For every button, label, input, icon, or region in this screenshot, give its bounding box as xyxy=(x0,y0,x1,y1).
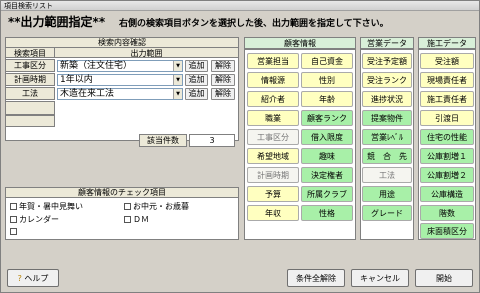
help-icon: ? xyxy=(17,274,22,283)
construction-button[interactable]: 公庫割増２ xyxy=(420,167,474,183)
checkbox[interactable] xyxy=(10,203,17,210)
construction-column-title: 施工データ xyxy=(418,37,476,49)
chevron-down-icon[interactable]: ▼ xyxy=(173,89,182,99)
sales-button[interactable]: 受注予定額 xyxy=(362,53,412,69)
remove-button[interactable]: 解除 xyxy=(211,88,235,100)
sales-button[interactable]: 受注ランク xyxy=(362,72,412,88)
checkbox[interactable] xyxy=(10,228,17,235)
check-item[interactable]: カレンダー xyxy=(10,214,59,225)
construction-button[interactable]: 公庫割増１ xyxy=(420,148,474,164)
sales-button[interactable]: グレード xyxy=(362,205,412,221)
criteria-empty-row xyxy=(5,101,55,115)
customer-button[interactable]: 自己資金 xyxy=(301,53,353,69)
check-panel: 顧客情報のチェック項目 年賀・暑中見舞い お中元・お歳暮 カレンダー ＤＭ xyxy=(5,187,239,240)
customer-button[interactable]: 予算 xyxy=(247,186,299,202)
customer-button[interactable]: 性別 xyxy=(301,72,353,88)
check-item[interactable]: 年賀・暑中見舞い xyxy=(10,201,83,212)
criteria-row-select[interactable]: 木造在来工法 ▼ xyxy=(57,88,183,100)
sales-button[interactable]: 競 合 先 xyxy=(362,148,412,164)
check-item[interactable]: お中元・お歳暮 xyxy=(124,201,189,212)
checkbox[interactable] xyxy=(124,216,131,223)
window-title: 項目検索リスト xyxy=(1,1,479,11)
construction-button[interactable]: 引渡日 xyxy=(420,110,474,126)
customer-button[interactable]: 借入限度 xyxy=(301,129,353,145)
sales-button[interactable]: 提案物件 xyxy=(362,110,412,126)
criteria-row-value: 木造在来工法 xyxy=(60,89,115,99)
chevron-down-icon[interactable]: ▼ xyxy=(173,61,182,71)
count-value: 3 xyxy=(189,134,235,147)
construction-button[interactable]: 床面積区分 xyxy=(420,223,474,239)
construction-button[interactable]: 公庫構造 xyxy=(420,186,474,202)
customer-button[interactable]: 性格 xyxy=(301,205,353,221)
sales-button[interactable]: 工法 xyxy=(362,167,412,183)
sales-button[interactable]: 進捗状況 xyxy=(362,91,412,107)
help-label: ヘルプ xyxy=(24,274,49,283)
heading-message: 右側の検索項目ボタンを選択した後、出力範囲を指定して下さい。 xyxy=(118,19,389,29)
customer-button[interactable]: 希望地域 xyxy=(247,148,299,164)
add-button[interactable]: 追加 xyxy=(185,60,208,72)
construction-button[interactable]: 受注額 xyxy=(420,53,474,69)
criteria-empty-row xyxy=(5,115,55,127)
customer-button[interactable]: 紹介者 xyxy=(247,91,299,107)
customer-button[interactable]: 所属クラブ xyxy=(301,186,353,202)
check-item[interactable] xyxy=(10,227,19,236)
construction-button[interactable]: 施工責任者 xyxy=(420,91,474,107)
criteria-row-select[interactable]: 1年以内 ▼ xyxy=(57,74,183,86)
criteria-row-select[interactable]: 新築（注文住宅） ▼ xyxy=(57,60,183,72)
sales-button[interactable]: 営業ﾚﾍﾞﾙ xyxy=(362,129,412,145)
criteria-row-label: 工法 xyxy=(5,87,55,100)
check-item-label: ＤＭ xyxy=(133,215,149,224)
remove-button[interactable]: 解除 xyxy=(211,74,235,86)
checkbox[interactable] xyxy=(10,216,17,223)
construction-button[interactable]: 階数 xyxy=(420,205,474,221)
construction-button[interactable]: 住宅の性能 xyxy=(420,129,474,145)
check-item-label: カレンダー xyxy=(19,215,59,224)
clear-all-button[interactable]: 条件全解除 xyxy=(287,269,345,287)
criteria-col-range: 出力範囲 xyxy=(54,47,239,58)
customer-button[interactable]: 趣味 xyxy=(301,148,353,164)
customer-column-title: 顧客情報 xyxy=(244,37,356,49)
check-item-label: お中元・お歳暮 xyxy=(133,202,189,211)
customer-button[interactable]: 計画時期 xyxy=(247,167,299,183)
customer-button[interactable]: 情報源 xyxy=(247,72,299,88)
criteria-panel: 検索内容確認 検索項目 出力範囲 工事区分 新築（注文住宅） ▼ 追加 解除 計… xyxy=(5,37,239,141)
customer-button[interactable]: 工事区分 xyxy=(247,129,299,145)
sales-column-title: 営業データ xyxy=(360,37,414,49)
customer-button[interactable]: 年齢 xyxy=(301,91,353,107)
help-button[interactable]: ? ヘルプ xyxy=(7,269,59,287)
criteria-row-label: 計画時期 xyxy=(5,73,55,86)
criteria-row-label: 工事区分 xyxy=(5,59,55,72)
chevron-down-icon[interactable]: ▼ xyxy=(173,75,182,85)
start-button[interactable]: 開始 xyxy=(415,269,473,287)
cancel-button[interactable]: キャンセル xyxy=(351,269,409,287)
check-item[interactable]: ＤＭ xyxy=(124,214,149,225)
heading: **出力範囲指定** 右側の検索項目ボタンを選択した後、出力範囲を指定して下さい… xyxy=(4,13,477,31)
check-item-label: 年賀・暑中見舞い xyxy=(19,202,83,211)
sales-button[interactable]: 用途 xyxy=(362,186,412,202)
customer-button[interactable]: 顧客ランク xyxy=(301,110,353,126)
count-label: 該当件数 xyxy=(139,134,187,147)
criteria-col-item: 検索項目 xyxy=(5,47,55,58)
customer-button[interactable]: 営業担当 xyxy=(247,53,299,69)
customer-button[interactable]: 年収 xyxy=(247,205,299,221)
heading-title: **出力範囲指定** xyxy=(8,15,106,29)
criteria-row-value: 新築（注文住宅） xyxy=(60,61,133,71)
check-title: 顧客情報のチェック項目 xyxy=(5,187,239,198)
remove-button[interactable]: 解除 xyxy=(211,60,235,72)
criteria-row-value: 1年以内 xyxy=(60,75,93,85)
customer-button[interactable]: 職業 xyxy=(247,110,299,126)
dialog-window: 項目検索リスト **出力範囲指定** 右側の検索項目ボタンを選択した後、出力範囲… xyxy=(0,0,480,293)
construction-button[interactable]: 現場責任者 xyxy=(420,72,474,88)
customer-button[interactable]: 決定権者 xyxy=(301,167,353,183)
checkbox[interactable] xyxy=(124,203,131,210)
add-button[interactable]: 追加 xyxy=(185,74,208,86)
add-button[interactable]: 追加 xyxy=(185,88,208,100)
